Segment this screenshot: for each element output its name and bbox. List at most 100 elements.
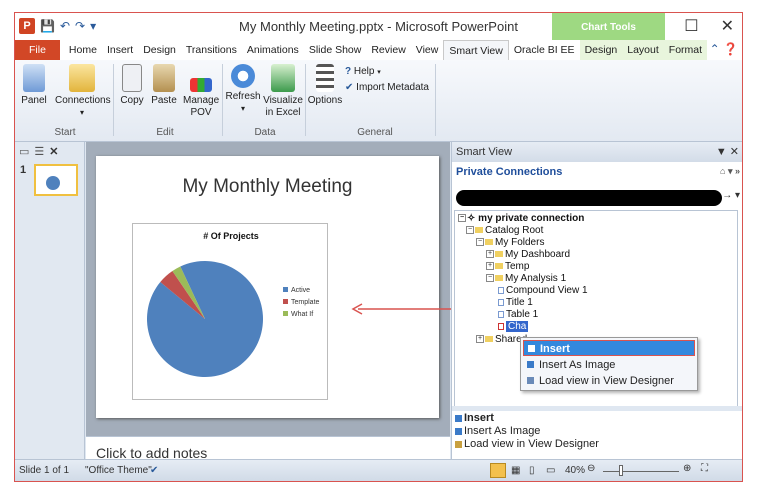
context-menu-load-view[interactable]: Load view in View Designer	[523, 373, 695, 389]
insert-icon	[528, 345, 535, 352]
context-menu-insert-as-image[interactable]: Insert As Image	[523, 357, 695, 373]
paste-icon	[153, 64, 175, 92]
reading-view-icon[interactable]: ▯	[529, 465, 535, 476]
tab-oracle-bi-ee[interactable]: Oracle BI EE	[509, 40, 580, 60]
help-menu-button[interactable]: ? Help ▾	[345, 66, 381, 77]
maximize-button[interactable]: ☐	[684, 16, 698, 36]
connections-button[interactable]: Connections ▾	[55, 64, 111, 119]
group-general-label: General	[357, 127, 393, 138]
close-pane-icon[interactable]: ✕	[49, 145, 58, 158]
group-edit-label: Edit	[156, 127, 174, 138]
action-insert-as-image[interactable]: Insert As Image	[454, 425, 740, 438]
legend-swatch	[283, 311, 288, 316]
action-insert[interactable]: Insert	[454, 412, 740, 425]
pie-chart[interactable]: # Of Projects Active Template What If	[132, 223, 328, 400]
refresh-button[interactable]: Refresh ▾	[225, 64, 261, 115]
slide-canvas[interactable]: My Monthly Meeting # Of Projects Active T…	[96, 156, 439, 418]
smart-view-header: Smart View ▼ ✕	[452, 142, 742, 162]
visualize-in-excel-button[interactable]: Visualize in Excel	[263, 64, 303, 119]
slide-title[interactable]: My Monthly Meeting	[96, 176, 439, 198]
pie-chart-svg: # Of Projects Active Template What If	[146, 231, 320, 377]
tab-review[interactable]: Review	[366, 40, 410, 60]
action-load-view[interactable]: Load view in View Designer	[454, 438, 740, 451]
tree-item-title[interactable]: Title 1	[498, 297, 533, 308]
table-view-icon	[498, 310, 504, 318]
close-pane-button[interactable]: ✕	[730, 146, 739, 158]
tab-file[interactable]: File	[15, 40, 60, 60]
tab-insert[interactable]: Insert	[102, 40, 138, 60]
status-bar: Slide 1 of 1 "Office Theme" ✔ ▦ ▯ ▭ 40% …	[15, 459, 742, 481]
slide-sorter-icon[interactable]: ▦	[511, 465, 520, 476]
panel-icon	[23, 64, 45, 92]
import-metadata-icon: ✔	[345, 82, 354, 93]
help-icon[interactable]: ❓	[723, 42, 738, 56]
expand-icon[interactable]: »	[735, 166, 740, 176]
tab-design[interactable]: Design	[138, 40, 181, 60]
folder-icon	[495, 251, 503, 258]
pane-options-icon[interactable]: ▼	[716, 146, 727, 158]
insert-image-action-icon	[455, 428, 462, 435]
group-data-label: Data	[254, 127, 276, 138]
connection-dropdown-icon[interactable]: ▾	[735, 190, 740, 201]
tab-slide-show[interactable]: Slide Show	[304, 40, 367, 60]
tree-item-my-dashboard[interactable]: + My Dashboard	[486, 249, 570, 260]
zoom-out-icon[interactable]: ⊖	[587, 463, 595, 474]
manage-pov-button[interactable]: Manage POV	[183, 64, 219, 119]
paste-button[interactable]: Paste	[149, 64, 179, 107]
tab-chart-design[interactable]: Design	[579, 40, 623, 60]
pane-splitter[interactable]	[452, 406, 742, 411]
smart-view-title: Smart View	[456, 146, 513, 158]
options-button[interactable]: Options	[307, 64, 343, 107]
zoom-slider-handle[interactable]	[619, 465, 623, 476]
chart-title: # Of Projects	[203, 231, 259, 241]
import-metadata-button[interactable]: ✔ Import Metadata	[345, 82, 429, 93]
slide-show-icon[interactable]: ▭	[546, 465, 555, 476]
normal-view-icon[interactable]	[490, 463, 506, 478]
theme-name[interactable]: "Office Theme"	[85, 465, 152, 476]
tab-animations[interactable]: Animations	[242, 40, 304, 60]
slide-info: Slide 1 of 1	[19, 465, 70, 476]
home-icon[interactable]: ⌂	[720, 166, 725, 176]
refresh-icon	[231, 64, 255, 88]
tab-chart-format[interactable]: Format	[663, 40, 708, 60]
minimize-ribbon-icon[interactable]: ⌃	[710, 42, 720, 56]
tab-view[interactable]: View	[411, 40, 444, 60]
zoom-slider[interactable]	[603, 471, 679, 472]
copy-button[interactable]: Copy	[117, 64, 147, 107]
slides-tab-icon[interactable]: ▭	[19, 145, 29, 158]
insert-action-icon	[455, 415, 462, 422]
tab-transitions[interactable]: Transitions	[181, 40, 242, 60]
context-menu-insert[interactable]: Insert	[523, 340, 695, 356]
title-bar: P 💾 ↶ ↷ ▾ My Monthly Meeting.pptx - Micr…	[15, 13, 742, 40]
folder-icon	[485, 336, 493, 343]
compound-view-icon	[498, 286, 504, 294]
powerpoint-window: P 💾 ↶ ↷ ▾ My Monthly Meeting.pptx - Micr…	[14, 12, 743, 482]
visualize-in-excel-icon	[271, 64, 295, 92]
tree-item-chart[interactable]: Cha	[498, 321, 529, 332]
legend-swatch	[283, 287, 288, 292]
manage-pov-icon	[190, 78, 212, 92]
tree-item-table[interactable]: Table 1	[498, 309, 538, 320]
slide-thumbnail[interactable]	[34, 164, 78, 196]
tree-item-my-folders[interactable]: − My Folders	[476, 237, 544, 248]
tab-smart-view[interactable]: Smart View	[443, 40, 509, 60]
close-button[interactable]: ✕	[721, 16, 734, 36]
tree-item-catalog-root[interactable]: − Catalog Root	[466, 225, 543, 236]
tree-item-my-analysis[interactable]: − My Analysis 1	[486, 273, 566, 284]
tab-home[interactable]: Home	[64, 40, 102, 60]
tree-item-connection[interactable]: − ✧ my private connection	[458, 213, 584, 224]
outline-tab-icon[interactable]: ☰	[34, 145, 44, 158]
zoom-level[interactable]: 40%	[565, 465, 585, 476]
connection-selector[interactable]	[456, 190, 722, 206]
dropdown-icon[interactable]: ▾	[728, 166, 733, 176]
zoom-in-icon[interactable]: ⊕	[683, 463, 691, 474]
tree-item-compound-view[interactable]: Compound View 1	[498, 285, 588, 296]
panel-button[interactable]: Panel	[19, 64, 49, 107]
spell-check-icon[interactable]: ✔	[150, 465, 158, 476]
connection-go-icon[interactable]: →	[722, 190, 732, 201]
tree-item-temp[interactable]: + Temp	[486, 261, 529, 272]
tab-chart-layout[interactable]: Layout	[622, 40, 664, 60]
fit-to-window-icon[interactable]: ⛶	[701, 463, 708, 474]
private-connections-header[interactable]: Private Connections ⌂ ▾ »	[452, 162, 742, 182]
notes-pane[interactable]: Click to add notes	[86, 436, 450, 461]
